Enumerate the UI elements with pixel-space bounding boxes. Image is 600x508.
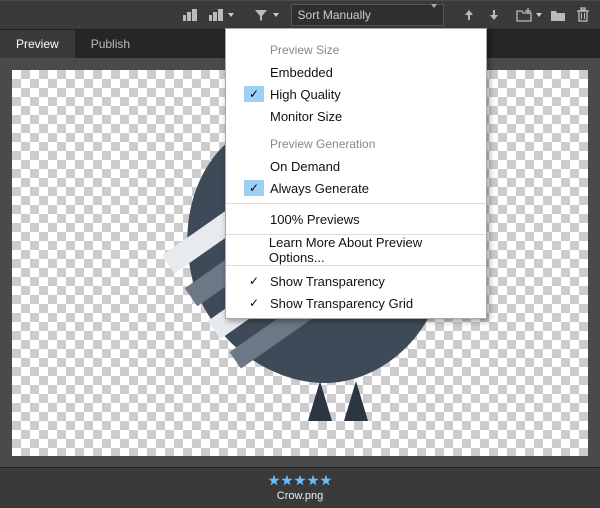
menu-item-show-transparency-grid[interactable]: Show Transparency Grid: [226, 292, 486, 314]
source-button[interactable]: [513, 4, 544, 26]
star-icon: [294, 475, 306, 487]
folder-icon: [550, 8, 566, 22]
sort-desc-button[interactable]: [483, 4, 504, 26]
star-icon: [281, 475, 293, 487]
chevron-down-icon: [227, 4, 236, 26]
chevron-down-icon: [535, 4, 544, 26]
thumbnail-grid-button[interactable]: [179, 4, 201, 26]
menu-label: 100% Previews: [270, 212, 360, 227]
check-icon: [244, 64, 264, 80]
folder-add-icon: [516, 8, 532, 22]
chevron-down-icon: [272, 4, 281, 26]
check-icon: [244, 108, 264, 124]
check-icon: [244, 180, 264, 196]
preview-options-menu: Preview Size Embedded High Quality Monit…: [225, 28, 487, 319]
trash-icon: [576, 7, 590, 23]
menu-label: High Quality: [270, 87, 341, 102]
check-icon: [244, 273, 264, 289]
menu-separator: [226, 203, 486, 204]
menu-label: Embedded: [270, 65, 333, 80]
filename-label: Crow.png: [277, 490, 323, 502]
tab-publish[interactable]: Publish: [75, 30, 146, 58]
delete-button[interactable]: [573, 4, 594, 26]
menu-item-embedded[interactable]: Embedded: [226, 61, 486, 83]
check-icon: [244, 242, 263, 258]
menu-label: On Demand: [270, 159, 340, 174]
menu-item-monitor-size[interactable]: Monitor Size: [226, 105, 486, 127]
sort-label: Sort Manually: [298, 8, 371, 22]
menu-item-show-transparency[interactable]: Show Transparency: [226, 270, 486, 292]
tab-preview[interactable]: Preview: [0, 30, 75, 58]
menu-item-always-generate[interactable]: Always Generate: [226, 177, 486, 199]
check-icon: [244, 158, 264, 174]
menu-item-high-quality[interactable]: High Quality: [226, 83, 486, 105]
arrow-down-icon: [488, 9, 500, 21]
menu-item-learn-more[interactable]: Learn More About Preview Options...: [226, 239, 486, 261]
open-folder-button[interactable]: [548, 4, 569, 26]
menu-header-size: Preview Size: [226, 33, 486, 61]
menu-header-generation: Preview Generation: [226, 127, 486, 155]
preview-options-icon: [208, 7, 224, 23]
preview-options-button[interactable]: [205, 4, 236, 26]
menu-label: Always Generate: [270, 181, 369, 196]
check-icon: [244, 86, 264, 102]
thumbnail-grid-icon: [182, 7, 198, 23]
options-toolbar: Sort Manually: [0, 0, 600, 30]
footer-bar: Crow.png: [0, 467, 600, 508]
check-icon: [244, 295, 264, 311]
funnel-icon: [254, 8, 268, 22]
menu-item-100-previews[interactable]: 100% Previews: [226, 208, 486, 230]
rating-stars[interactable]: [268, 475, 332, 487]
filter-button[interactable]: [250, 4, 281, 26]
sort-asc-button[interactable]: [458, 4, 479, 26]
menu-item-on-demand[interactable]: On Demand: [226, 155, 486, 177]
menu-separator: [226, 265, 486, 266]
menu-label: Monitor Size: [270, 109, 342, 124]
menu-label: Learn More About Preview Options...: [269, 235, 470, 265]
sort-dropdown[interactable]: Sort Manually: [291, 4, 445, 26]
star-icon: [268, 475, 280, 487]
menu-label: Show Transparency: [270, 274, 385, 289]
star-icon: [307, 475, 319, 487]
star-icon: [320, 475, 332, 487]
menu-label: Show Transparency Grid: [270, 296, 413, 311]
check-icon: [244, 211, 264, 227]
chevron-down-icon: [431, 8, 437, 22]
arrow-up-icon: [463, 9, 475, 21]
